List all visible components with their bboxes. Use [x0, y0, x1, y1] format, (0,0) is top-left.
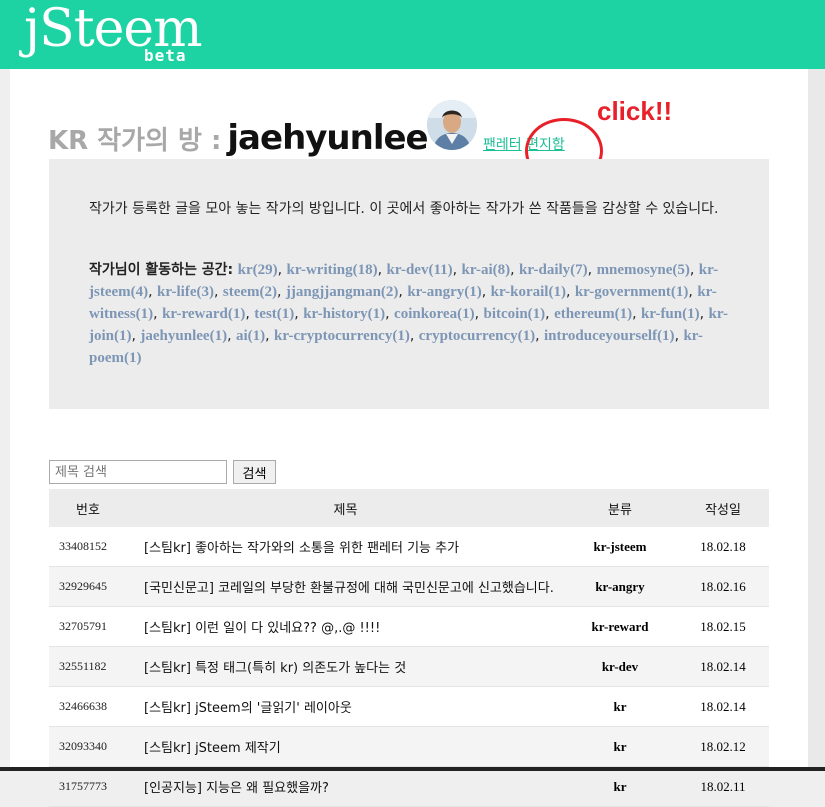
table-row[interactable]: 32466638 [스팀kr] jSteem의 '글읽기' 레이아웃 kr 18.02… — [49, 686, 769, 727]
tag-link[interactable]: kr-dev(11) — [387, 262, 453, 278]
row-category: kr-angry — [563, 566, 677, 607]
row-num: 32929645 — [49, 566, 128, 607]
row-num: 31757773 — [49, 766, 128, 807]
tag-link[interactable]: cryptocurrency(1) — [419, 328, 535, 344]
tag-link[interactable]: kr-ai(8) — [462, 262, 511, 278]
tag-link[interactable]: kr-cryptocurrency(1) — [274, 328, 410, 344]
table-body: 33408152 [스팀kr] 좋아하는 작가와의 소통을 위한 팬레터 기능 추… — [49, 527, 769, 807]
avatar — [427, 100, 477, 150]
fan-letter-link[interactable]: 팬레터 — [483, 137, 522, 153]
row-date: 18.02.12 — [677, 726, 769, 767]
table-row[interactable]: 32093340 [스팀kr] jSteem 제작기 kr 18.02.12 — [49, 726, 769, 767]
table-row[interactable]: 32929645 [국민신문고] 코레일의 부당한 환불규정에 대해 국민신문고에… — [49, 566, 769, 607]
title-prefix: KR 작가의 방 : — [48, 126, 222, 156]
row-num: 32551182 — [49, 646, 128, 687]
spaces-label: 작가님이 활동하는 공간: — [89, 262, 234, 278]
row-date: 18.02.16 — [677, 566, 769, 607]
row-num: 32705791 — [49, 606, 128, 647]
scroll-gutter — [808, 69, 825, 771]
row-num: 33408152 — [49, 527, 128, 567]
row-num: 32466638 — [49, 686, 128, 727]
tag-link[interactable]: kr-angry(1) — [407, 284, 481, 300]
tag-link[interactable]: jaehyunlee(1) — [140, 328, 227, 344]
row-title[interactable]: [스팀kr] jSteem 제작기 — [128, 726, 563, 767]
row-category: kr-reward — [563, 606, 677, 647]
row-date: 18.02.11 — [677, 766, 769, 807]
intro-box: 작가가 등록한 글을 모아 놓는 작가의 방입니다. 이 곳에서 좋아하는 작가… — [49, 159, 769, 409]
tag-link[interactable]: kr-history(1) — [303, 306, 385, 322]
row-date: 18.02.18 — [677, 527, 769, 567]
tag-link[interactable]: kr(29) — [238, 262, 278, 278]
tag-link[interactable]: kr-government(1) — [575, 284, 689, 300]
row-title[interactable]: [스팀kr] jSteem의 '글읽기' 레이아웃 — [128, 686, 563, 727]
table-header-row: 번호 제목 분류 작성일 — [49, 489, 769, 527]
row-date: 18.02.14 — [677, 646, 769, 687]
bottom-edge — [0, 767, 825, 771]
tag-link[interactable]: ethereum(1) — [554, 306, 632, 322]
row-title[interactable]: [국민신문고] 코레일의 부당한 환불규정에 대해 국민신문고에 신고했습니다. — [128, 566, 563, 607]
beta-badge: beta — [144, 46, 187, 65]
row-category: kr — [563, 686, 677, 727]
row-title[interactable]: [스팀kr] 좋아하는 작가와의 소통을 위한 팬레터 기능 추가 — [128, 527, 563, 567]
post-table: 번호 제목 분류 작성일 33408152 [스팀kr] 좋아하는 작가와의 소통… — [49, 489, 769, 807]
header-num: 번호 — [49, 489, 128, 527]
row-category: kr-jsteem — [563, 527, 677, 567]
header-category: 분류 — [563, 489, 677, 527]
tag-link[interactable]: kr-fun(1) — [641, 306, 700, 322]
row-num: 32093340 — [49, 726, 128, 767]
search-button[interactable]: 검색 — [233, 460, 276, 484]
tag-link[interactable]: bitcoin(1) — [483, 306, 545, 322]
row-date: 18.02.14 — [677, 686, 769, 727]
tag-link[interactable]: steem(2) — [223, 284, 277, 300]
tag-link[interactable]: kr-life(3) — [157, 284, 214, 300]
row-title[interactable]: [인공지능] 지능은 왜 필요했을까? — [128, 766, 563, 807]
tag-link[interactable]: kr-daily(7) — [519, 262, 588, 278]
search-input[interactable] — [49, 460, 227, 484]
intro-description: 작가가 등록한 글을 모아 놓는 작가의 방입니다. 이 곳에서 좋아하는 작가… — [89, 201, 719, 217]
tag-link[interactable]: coinkorea(1) — [394, 306, 475, 322]
click-annotation: click!! — [597, 96, 673, 126]
tag-link[interactable]: ai(1) — [236, 328, 265, 344]
row-title[interactable]: [스팀kr] 특정 태그(특히 kr) 의존도가 높다는 것 — [128, 646, 563, 687]
table-row[interactable]: 33408152 [스팀kr] 좋아하는 작가와의 소통을 위한 팬레터 기능 추… — [49, 527, 769, 567]
row-title[interactable]: [스팀kr] 이런 일이 다 있네요?? @,.@ !!!! — [128, 606, 563, 647]
author-name: jaehyunlee — [227, 118, 428, 158]
table-row[interactable]: 32551182 [스팀kr] 특정 태그(특히 kr) 의존도가 높다는 것 kr… — [49, 646, 769, 687]
row-category: kr-dev — [563, 646, 677, 687]
tag-link[interactable]: test(1) — [254, 306, 294, 322]
tag-link[interactable]: kr-reward(1) — [162, 306, 245, 322]
row-category: kr — [563, 766, 677, 807]
tag-link[interactable]: introduceyourself(1) — [544, 328, 675, 344]
tag-link[interactable]: jjangjjangman(2) — [286, 284, 399, 300]
table-row[interactable]: 31757773 [인공지능] 지능은 왜 필요했을까? kr 18.02.11 — [49, 766, 769, 807]
tag-link[interactable]: kr-writing(18) — [287, 262, 378, 278]
active-spaces: 작가님이 활동하는 공간: kr(29), kr-writing(18), kr… — [89, 259, 729, 369]
tag-link[interactable]: kr-korail(1) — [491, 284, 566, 300]
top-bar: jSteem beta — [0, 0, 825, 69]
page-title: KR 작가의 방 : jaehyunlee — [48, 118, 429, 162]
row-date: 18.02.15 — [677, 606, 769, 647]
header-date: 작성일 — [677, 489, 769, 527]
header-title: 제목 — [128, 489, 563, 527]
table-row[interactable]: 32705791 [스팀kr] 이런 일이 다 있네요?? @,.@ !!!! kr… — [49, 606, 769, 647]
tag-link[interactable]: mnemosyne(5) — [597, 262, 690, 278]
row-category: kr — [563, 726, 677, 767]
